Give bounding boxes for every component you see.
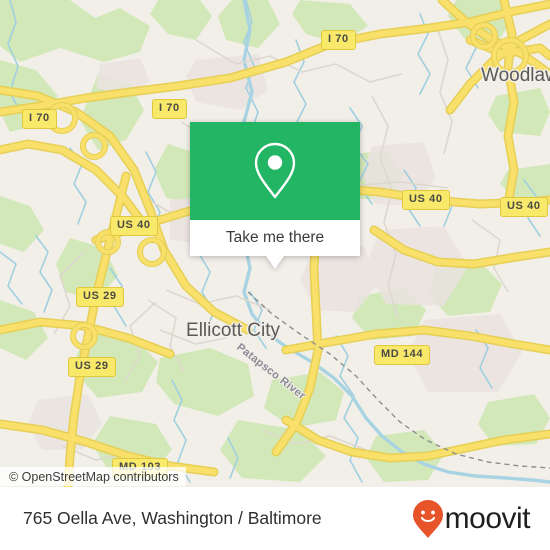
map-pin-icon <box>254 142 296 199</box>
road-shield-i70-left[interactable]: I 70 <box>22 109 57 129</box>
moovit-smiley-pin-icon <box>412 499 443 538</box>
bottom-bar: 765 Oella Ave, Washington / Baltimore mo… <box>0 487 550 550</box>
place-label-woodlawn: Woodlawn <box>481 65 550 86</box>
place-label-ellicott-city: Ellicott City <box>186 320 280 341</box>
road-shield-us29-upper[interactable]: US 29 <box>76 287 124 307</box>
map-canvas[interactable]: I 70 I 70 I 70 US 40 US 40 US 40 US 29 U… <box>0 0 550 487</box>
road-shield-us40-mid[interactable]: US 40 <box>402 190 450 210</box>
take-me-there-button[interactable]: Take me there <box>190 220 360 256</box>
popup-tail-pointer <box>266 256 284 269</box>
osm-attribution[interactable]: © OpenStreetMap contributors <box>0 467 186 486</box>
road-shield-i70-top[interactable]: I 70 <box>321 30 356 50</box>
road-shield-us29-lower[interactable]: US 29 <box>68 357 116 377</box>
address-label: 765 Oella Ave, Washington / Baltimore <box>23 508 322 528</box>
location-popup[interactable]: Take me there <box>190 122 360 269</box>
road-shield-md144[interactable]: MD 144 <box>374 345 431 365</box>
road-shield-i70-mid[interactable]: I 70 <box>152 99 187 119</box>
popup-header <box>190 122 360 220</box>
road-shield-us40-left[interactable]: US 40 <box>110 216 158 236</box>
road-shield-us40-right[interactable]: US 40 <box>500 197 548 217</box>
moovit-map-screenshot: I 70 I 70 I 70 US 40 US 40 US 40 US 29 U… <box>0 0 550 550</box>
moovit-brand[interactable]: moovit <box>412 499 531 539</box>
moovit-wordmark: moovit <box>444 501 531 535</box>
